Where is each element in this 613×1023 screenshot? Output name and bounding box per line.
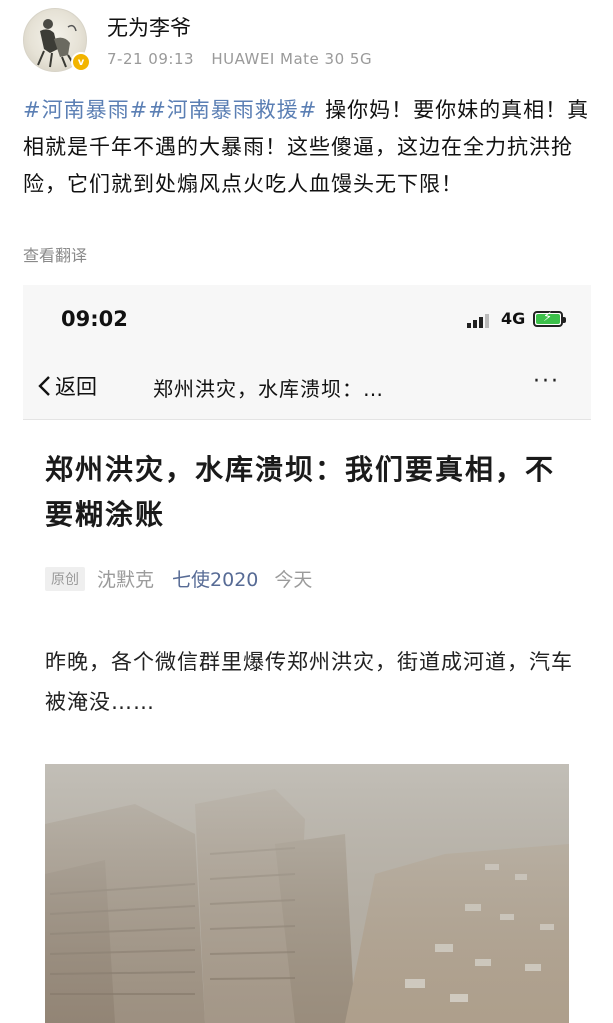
battery-icon: ⚡ (533, 310, 566, 327)
verified-badge: v (71, 52, 91, 72)
original-tag: 原创 (45, 566, 85, 591)
status-time: 09:02 (61, 307, 128, 331)
username[interactable]: 无为李爷 (107, 12, 191, 42)
status-bar: 09:02 4G ⚡ (23, 285, 591, 355)
chevron-left-icon (38, 376, 50, 396)
article-body: 昨晚，各个微信群里爆传郑州洪灾，街道成河道，汽车被淹没…… (45, 650, 573, 714)
flood-photo (45, 764, 569, 1023)
article-byline: 原创 沈默克 七使2020 今天 (45, 565, 312, 592)
post-date: 7-21 09:13 (107, 50, 195, 68)
hashtag-link[interactable]: #河南暴雨救援# (148, 98, 317, 122)
translate-link[interactable]: 查看翻译 (23, 242, 87, 266)
article-author: 沈默克 (97, 569, 155, 591)
back-label: 返回 (55, 375, 97, 399)
signal-icon (467, 314, 489, 328)
nav-bar: 返回 郑州洪灾，水库溃坝：… ··· (23, 355, 591, 420)
article-date: 今天 (274, 569, 313, 591)
post-meta: 7-21 09:13 HUAWEI Mate 30 5G (107, 50, 384, 68)
more-button[interactable]: ··· (533, 369, 560, 394)
article-title: 郑州洪灾，水库溃坝：我们要真相，不要糊涂账 (45, 453, 556, 531)
attached-screenshot[interactable]: 09:02 4G ⚡ 返回 郑州洪灾，水库溃坝：… ··· 郑州洪灾，水库溃坝：… (23, 285, 591, 1023)
post-device: HUAWEI Mate 30 5G (211, 50, 373, 68)
flood-scene-image (45, 764, 569, 1023)
hashtag-link[interactable]: #河南暴雨# (23, 98, 148, 122)
nav-title: 郑州洪灾，水库溃坝：… (153, 377, 384, 401)
network-type: 4G (501, 309, 526, 328)
back-button[interactable]: 返回 (37, 371, 97, 401)
post-text: #河南暴雨##河南暴雨救援# 操你妈！要你妹的真相！真相就是千年不遇的大暴雨！这… (23, 92, 593, 203)
account-link[interactable]: 七使2020 (172, 565, 258, 592)
